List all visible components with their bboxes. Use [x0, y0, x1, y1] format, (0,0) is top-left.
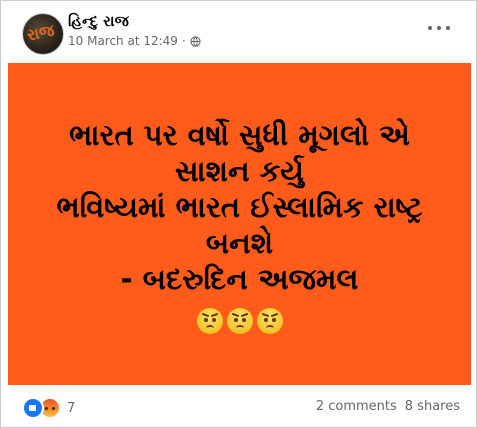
page-name[interactable]: હિન્દુ રાજ [68, 12, 129, 30]
angry-face-icon [196, 308, 223, 334]
angry-face-icon [256, 308, 283, 334]
post-image[interactable]: ભારત પર વર્ષો સુધી મૂગલો એ સાશન કર્યુ ભવ… [8, 63, 471, 385]
timestamp[interactable]: 10 March at 12:49 [68, 34, 178, 48]
emoji-row [8, 308, 471, 334]
angry-face-icon [226, 308, 253, 334]
post-footer: 7 2 comments 8 shares [22, 397, 460, 419]
shares-link[interactable]: 8 shares [405, 399, 460, 414]
post-header: રાજ હિન્દુ રાજ 10 March at 12:49 · [22, 9, 464, 55]
comments-link[interactable]: 2 comments [316, 399, 397, 414]
reaction-count: 7 [67, 400, 76, 416]
post-meta: 10 March at 12:49 · [68, 34, 201, 48]
post-card: રાજ હિન્દુ રાજ 10 March at 12:49 · ભારત … [0, 0, 477, 428]
avatar[interactable]: રાજ [22, 13, 64, 55]
post-stats: 2 comments 8 shares [316, 399, 460, 414]
post-text-line: ભારત પર વર્ષો સુધી મૂગલો એ [69, 118, 410, 152]
post-text-line: સાશન કર્યુ [175, 154, 304, 188]
meta-separator: · [181, 34, 186, 48]
more-options-icon[interactable] [428, 21, 450, 35]
post-text-line: - બદરુદિન અજમલ [120, 262, 359, 296]
avatar-text: રાજ [25, 20, 56, 45]
post-image-text: ભારત પર વર્ષો સુધી મૂગલો એ સાશન કર્યુ ભવ… [8, 117, 471, 297]
reactions-summary[interactable]: 7 [22, 397, 75, 419]
like-reaction-icon [22, 397, 44, 419]
post-text-line: બનશે [205, 226, 274, 260]
post-text-line: ભવિષ્યમાં ભારત ઈસ્લામિક રાષ્ટ્ર [56, 190, 423, 224]
globe-icon[interactable] [190, 35, 201, 47]
